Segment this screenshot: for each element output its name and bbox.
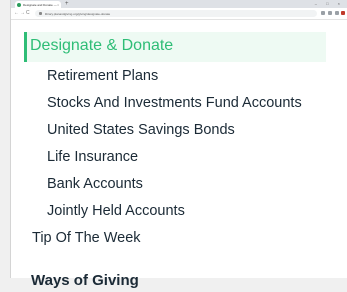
tab-title: Designate and Donate — Ama — [23, 2, 57, 7]
lock-icon — [39, 12, 42, 15]
reload-icon[interactable]: C — [26, 10, 30, 16]
nav-subitem-savings-bonds[interactable]: United States Savings Bonds — [47, 119, 235, 141]
nav-subitem-retirement-plans[interactable]: Retirement Plans — [47, 65, 158, 87]
back-icon[interactable]: ← — [14, 10, 19, 16]
browser-tab[interactable]: Designate and Donate — Ama × — [15, 1, 61, 8]
star-icon[interactable] — [328, 11, 332, 15]
favicon-icon — [17, 2, 21, 7]
tab-close-icon[interactable]: × — [57, 3, 59, 7]
browser-toolbar: ← → C library.planandgiving.org/giving/d… — [11, 8, 347, 20]
nav-item-tip-of-the-week[interactable]: Tip Of The Week — [32, 227, 141, 249]
forward-icon[interactable]: → — [20, 10, 25, 16]
page-content: Designate & Donate Retirement Plans Stoc… — [11, 20, 347, 289]
zoom-icon[interactable] — [321, 11, 325, 15]
profile-icon[interactable] — [341, 11, 345, 15]
extension-icon[interactable] — [335, 11, 339, 15]
nav-subitem-stocks[interactable]: Stocks And Investments Fund Accounts — [47, 92, 302, 114]
tab-bar: Designate and Donate — Ama × + – □ × — [11, 0, 347, 8]
window-controls[interactable]: – □ × — [315, 0, 344, 8]
section-heading-partial: Ways of Giving — [31, 272, 139, 289]
browser-window: Designate and Donate — Ama × + – □ × ← →… — [10, 0, 347, 289]
nav-subitem-bank-accounts[interactable]: Bank Accounts — [47, 173, 143, 195]
new-tab-button[interactable]: + — [65, 0, 69, 8]
nav-subitem-life-insurance[interactable]: Life Insurance — [47, 146, 138, 168]
nav-item-designate-donate[interactable]: Designate & Donate — [30, 34, 173, 58]
nav-subitem-jointly-held[interactable]: Jointly Held Accounts — [47, 200, 185, 222]
address-bar[interactable]: library.planandgiving.org/giving/designa… — [35, 10, 317, 17]
url-text: library.planandgiving.org/giving/designa… — [45, 11, 111, 16]
